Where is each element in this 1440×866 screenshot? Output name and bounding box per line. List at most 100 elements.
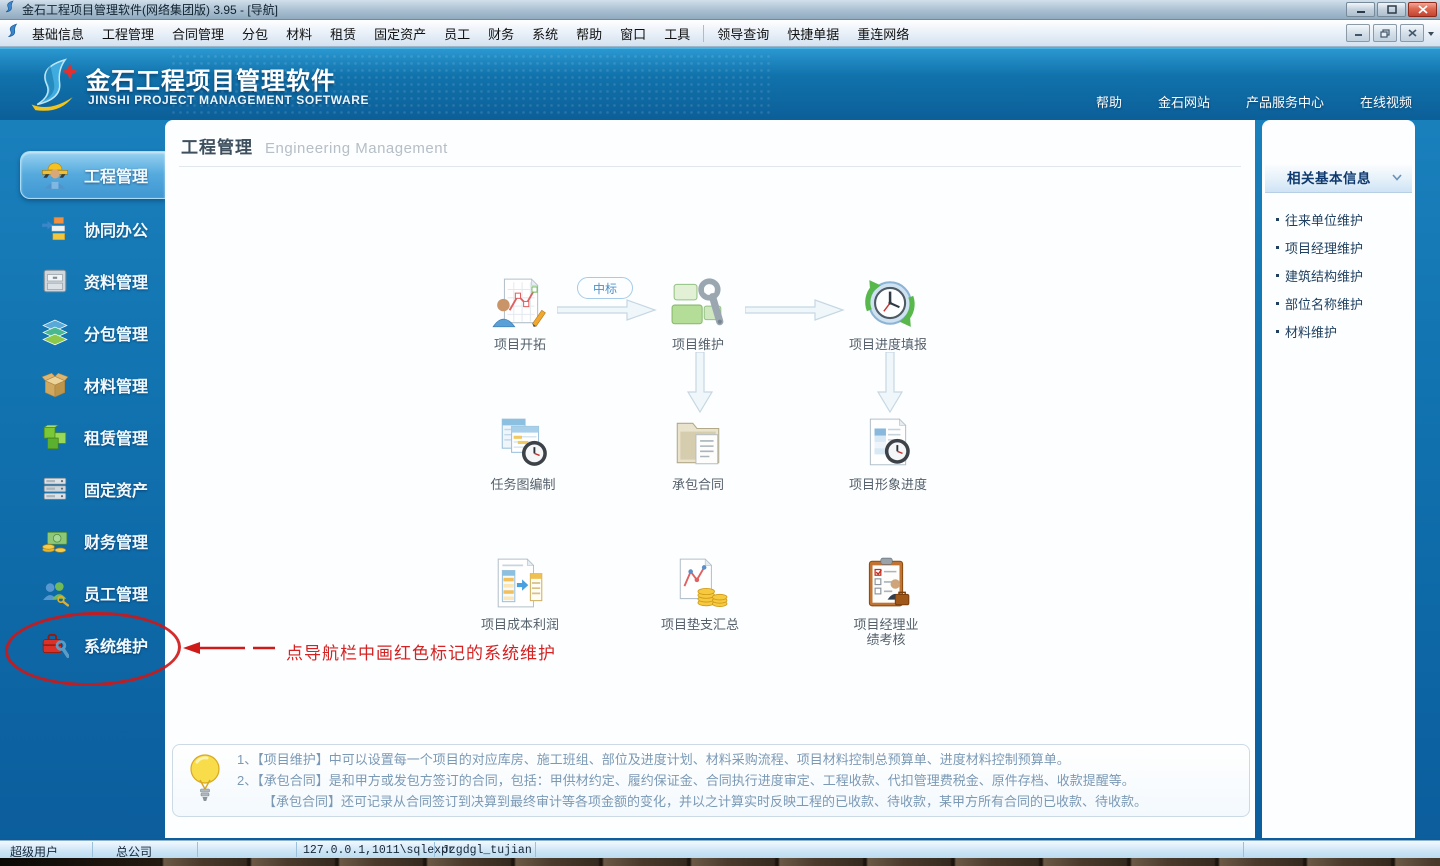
annotation-text: 点导航栏中画红色标记的系统维护 bbox=[286, 644, 556, 663]
sidebar-item-label: 固定资产 bbox=[84, 483, 149, 500]
task-chart-icon bbox=[495, 416, 551, 470]
menu-item-finance[interactable]: 财务 bbox=[479, 21, 523, 46]
menu-item-window[interactable]: 窗口 bbox=[611, 21, 655, 46]
flow-node-task-chart[interactable]: 任务图编制 bbox=[453, 416, 593, 492]
application-window: 金石工程项目管理软件(网络集团版) 3.95 - [导航] 基础信息 工程管理 … bbox=[0, 0, 1440, 866]
menu-item-staff[interactable]: 员工 bbox=[435, 21, 479, 46]
related-link-label: 建筑结构维护 bbox=[1285, 269, 1364, 284]
related-info-header[interactable]: 相关基本信息 bbox=[1265, 162, 1412, 193]
menu-item-basic-info[interactable]: 基础信息 bbox=[23, 21, 93, 46]
menu-bar: 基础信息 工程管理 合同管理 分包 材料 租赁 固定资产 员工 财务 系统 帮助… bbox=[0, 20, 1440, 47]
status-database: Jzgdgl_tujian bbox=[442, 844, 532, 857]
sidebar-item-materials[interactable]: 材料管理 bbox=[0, 359, 165, 411]
flow-node-label: 任务图编制 bbox=[490, 477, 556, 492]
lease-icon bbox=[40, 422, 70, 452]
windows-taskbar[interactable] bbox=[0, 858, 1440, 866]
related-link-label: 项目经理维护 bbox=[1285, 241, 1364, 256]
header-link-online-video[interactable]: 在线视频 bbox=[1360, 92, 1412, 111]
red-arrow-icon bbox=[183, 642, 275, 654]
menu-item-contract[interactable]: 合同管理 bbox=[163, 21, 233, 46]
bullet-icon bbox=[1276, 302, 1279, 305]
related-link-label: 材料维护 bbox=[1285, 325, 1338, 340]
flow-node-label: 项目维护 bbox=[671, 337, 724, 352]
engineering-icon bbox=[40, 160, 70, 190]
related-link-part-name-maintenance[interactable]: 部位名称维护 bbox=[1276, 294, 1363, 313]
sidebar-nav: 工程管理 协同办公 资料管理 分包管理 材料管理 租赁管理 固定资产 财务管理 … bbox=[0, 120, 165, 840]
header-link-website[interactable]: 金石网站 bbox=[1158, 92, 1210, 111]
flow-node-visual-progress[interactable]: 项目形象进度 bbox=[818, 416, 958, 492]
flow-node-label: 项目进度填报 bbox=[848, 337, 927, 352]
sidebar-item-label: 材料管理 bbox=[84, 379, 149, 396]
header-link-help[interactable]: 帮助 bbox=[1096, 92, 1122, 111]
sidebar-item-label: 协同办公 bbox=[84, 223, 149, 240]
menu-item-fixed-assets[interactable]: 固定资产 bbox=[365, 21, 435, 46]
menu-item-material[interactable]: 材料 bbox=[277, 21, 321, 46]
tip-line: 1、【项目维护】中可以设置每一个项目的对应库房、施工班组、部位及进度计划、材料采… bbox=[237, 752, 1070, 767]
menu-item-engineering[interactable]: 工程管理 bbox=[93, 21, 163, 46]
flow-node-label: 项目形象进度 bbox=[848, 477, 927, 492]
bullet-icon bbox=[1276, 218, 1279, 221]
advance-summary-icon bbox=[672, 556, 728, 610]
related-info-title: 相关基本信息 bbox=[1287, 171, 1371, 186]
menu-item-tools[interactable]: 工具 bbox=[655, 21, 699, 46]
window-minimize-button[interactable] bbox=[1346, 2, 1375, 17]
menu-item-subcontract[interactable]: 分包 bbox=[233, 21, 277, 46]
sidebar-item-fixed-assets[interactable]: 固定资产 bbox=[0, 463, 165, 515]
child-restore-button[interactable] bbox=[1373, 24, 1397, 42]
related-link-project-manager-maintenance[interactable]: 项目经理维护 bbox=[1276, 238, 1363, 257]
title-divider bbox=[179, 166, 1241, 167]
window-close-button[interactable] bbox=[1408, 2, 1437, 17]
contract-icon bbox=[670, 416, 726, 470]
flow-node-project-maintenance[interactable]: 项目维护 bbox=[628, 276, 768, 352]
brand-subtitle: JINSHI PROJECT MANAGEMENT SOFTWARE bbox=[88, 93, 370, 107]
sidebar-item-staff[interactable]: 员工管理 bbox=[0, 567, 165, 619]
sidebar-item-engineering[interactable]: 工程管理 bbox=[0, 149, 165, 201]
status-server: 127.0.0.1,1011\sqlexpr bbox=[303, 844, 455, 857]
app-icon bbox=[3, 0, 17, 19]
menu-item-quick-voucher[interactable]: 快捷单据 bbox=[778, 21, 848, 46]
sidebar-item-label: 资料管理 bbox=[84, 275, 149, 292]
brand-title: 金石工程项目管理软件 bbox=[86, 68, 336, 95]
flow-node-contract[interactable]: 承包合同 bbox=[628, 416, 768, 492]
child-close-button[interactable] bbox=[1400, 24, 1424, 42]
status-bar: 超级用户 总公司 127.0.0.1,1011\sqlexpr Jzgdgl_t… bbox=[0, 840, 1440, 859]
window-maximize-button[interactable] bbox=[1377, 2, 1406, 17]
documents-icon bbox=[40, 266, 70, 296]
visual-progress-icon bbox=[860, 416, 916, 470]
sidebar-item-documents[interactable]: 资料管理 bbox=[0, 255, 165, 307]
sidebar-item-system-maintenance[interactable]: 系统维护 bbox=[0, 619, 165, 671]
finance-icon bbox=[40, 526, 70, 556]
flow-node-progress-report[interactable]: 项目进度填报 bbox=[818, 276, 958, 352]
header-link-service-center[interactable]: 产品服务中心 bbox=[1246, 92, 1324, 111]
child-minimize-button[interactable] bbox=[1346, 24, 1370, 42]
menu-item-leader-query[interactable]: 领导查询 bbox=[708, 21, 778, 46]
tips-text: 1、【项目维护】中可以设置每一个项目的对应库房、施工班组、部位及进度计划、材料采… bbox=[237, 749, 1147, 812]
menu-item-lease[interactable]: 租赁 bbox=[321, 21, 365, 46]
related-link-counterparty-maintenance[interactable]: 往来单位维护 bbox=[1276, 210, 1363, 229]
sidebar-item-lease[interactable]: 租赁管理 bbox=[0, 411, 165, 463]
taskbar-window-buttons[interactable] bbox=[160, 858, 1440, 866]
flow-node-cost-profit[interactable]: 项目成本利润 bbox=[450, 556, 590, 632]
window-title: 金石工程项目管理软件(网络集团版) 3.95 - [导航] bbox=[22, 3, 279, 17]
related-link-structure-maintenance[interactable]: 建筑结构维护 bbox=[1276, 266, 1363, 285]
related-link-label: 往来单位维护 bbox=[1285, 213, 1364, 228]
content-panel: 工程管理 Engineering Management 项目开拓 中标 项目维护… bbox=[165, 120, 1255, 838]
sidebar-item-finance[interactable]: 财务管理 bbox=[0, 515, 165, 567]
bullet-icon bbox=[1276, 330, 1279, 333]
toolbar-overflow-icon[interactable] bbox=[1428, 24, 1435, 42]
sidebar-item-subcontract[interactable]: 分包管理 bbox=[0, 307, 165, 359]
flow-node-label: 项目垫支汇总 bbox=[660, 617, 739, 632]
related-link-material-maintenance[interactable]: 材料维护 bbox=[1276, 322, 1337, 341]
flow-node-advance-summary[interactable]: 项目垫支汇总 bbox=[630, 556, 770, 632]
page-title: 工程管理 bbox=[181, 138, 253, 157]
cost-profit-icon bbox=[492, 556, 548, 610]
project-maintenance-icon bbox=[670, 276, 726, 330]
bullet-icon bbox=[1276, 274, 1279, 277]
menu-item-reconnect-network[interactable]: 重连网络 bbox=[848, 21, 918, 46]
start-button[interactable] bbox=[0, 858, 160, 866]
sidebar-item-collaboration[interactable]: 协同办公 bbox=[0, 203, 165, 255]
flow-node-manager-assessment[interactable]: 项目经理业绩考核 bbox=[816, 556, 956, 647]
fixed-assets-icon bbox=[40, 474, 70, 504]
menu-item-system[interactable]: 系统 bbox=[523, 21, 567, 46]
menu-item-help[interactable]: 帮助 bbox=[567, 21, 611, 46]
